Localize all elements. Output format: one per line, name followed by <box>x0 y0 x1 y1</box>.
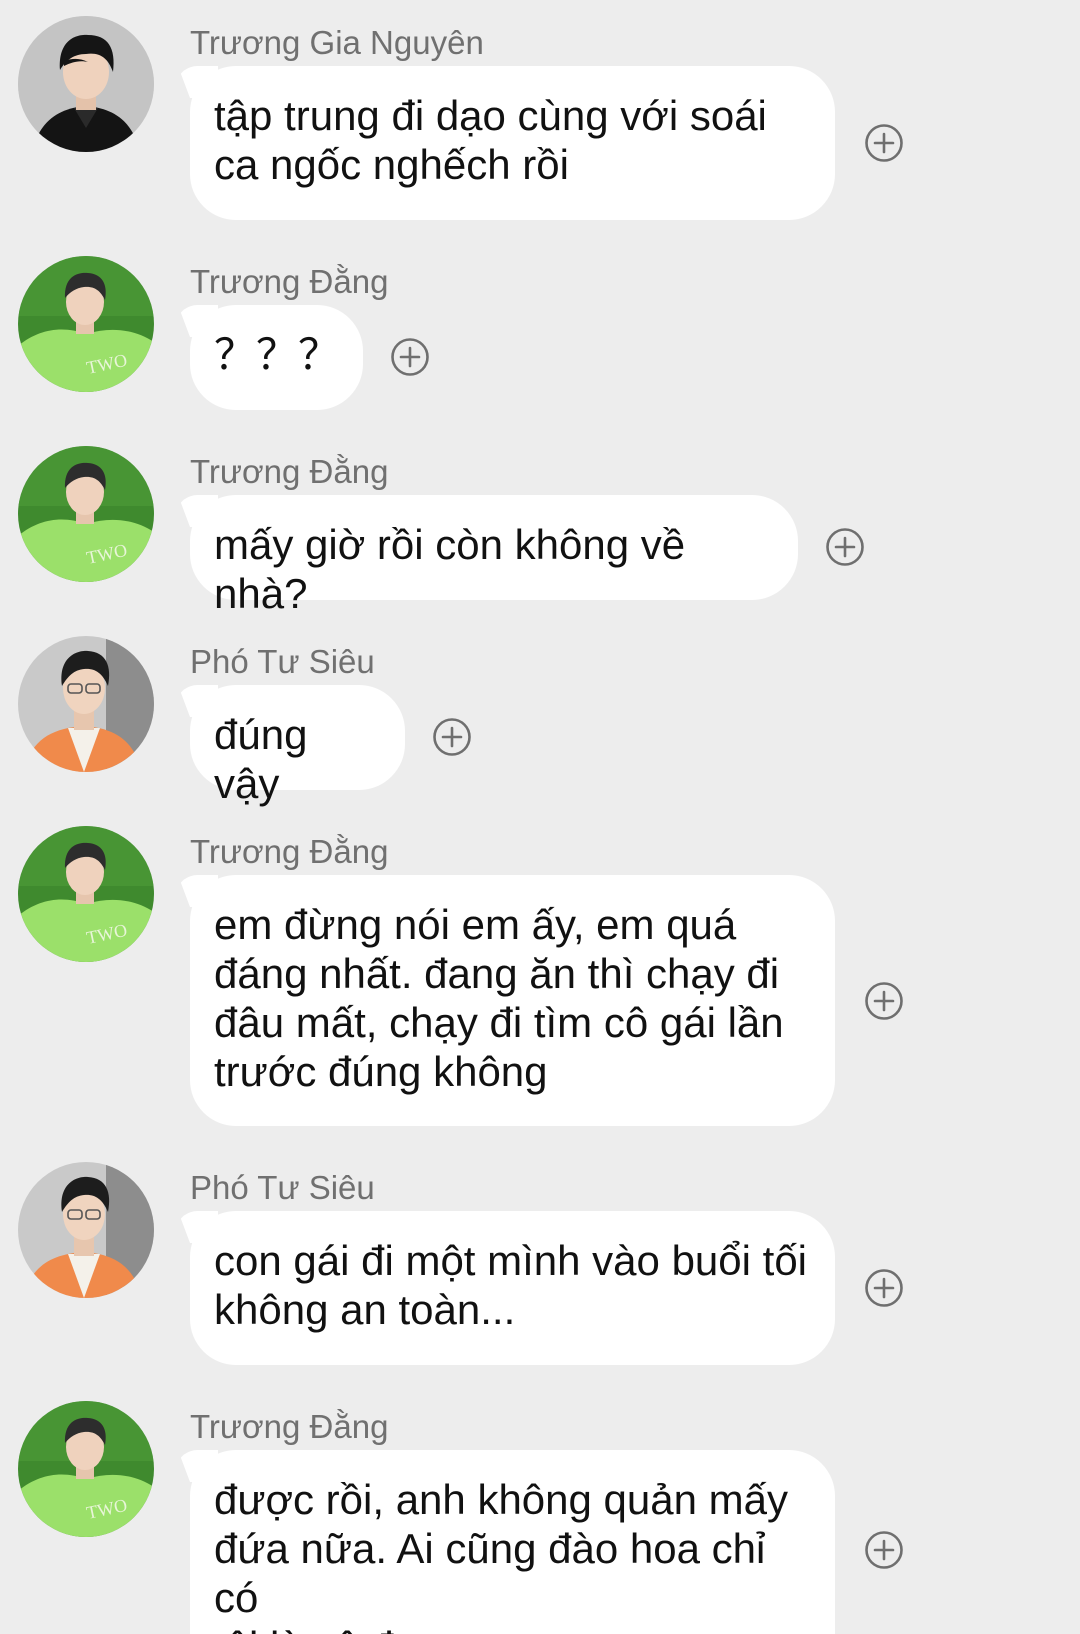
sender-name: Trương Gia Nguyên <box>190 24 484 61</box>
avatar-green-shirt-icon: TWO <box>18 256 154 392</box>
avatar[interactable]: TWO <box>18 1401 154 1537</box>
plus-circle-icon[interactable] <box>390 337 430 377</box>
sender-name: Trương Đằng <box>190 1408 389 1445</box>
message-bubble[interactable]: đúng vậy <box>190 685 405 807</box>
avatar[interactable]: TWO <box>18 446 154 582</box>
avatar-orange-shirt-icon <box>18 636 154 772</box>
avatar-green-shirt-icon: TWO <box>18 826 154 962</box>
sender-name: Phó Tư Siêu <box>190 643 375 680</box>
avatar[interactable] <box>18 16 154 152</box>
message-bubble[interactable]: ？？？ <box>190 305 363 410</box>
sender-name: Phó Tư Siêu <box>190 1169 375 1206</box>
sender-name: Trương Đằng <box>190 453 389 490</box>
chat-thread[interactable]: Trương Gia Nguyên tập trung đi dạo cùng … <box>0 0 1080 1634</box>
avatar-green-shirt-icon: TWO <box>18 446 154 582</box>
avatar[interactable] <box>18 636 154 772</box>
sender-name: Trương Đằng <box>190 833 389 870</box>
plus-circle-icon[interactable] <box>432 717 472 757</box>
plus-circle-icon[interactable] <box>825 527 865 567</box>
message-bubble[interactable]: tập trung đi dạo cùng với soái ca ngốc n… <box>190 66 835 220</box>
plus-circle-icon[interactable] <box>864 123 904 163</box>
avatar[interactable]: TWO <box>18 826 154 962</box>
message-bubble[interactable]: em đừng nói em ấy, em quá đáng nhất. đan… <box>190 875 835 1126</box>
avatar-green-shirt-icon: TWO <box>18 1401 154 1537</box>
avatar-black-shirt-icon <box>18 16 154 152</box>
avatar[interactable] <box>18 1162 154 1298</box>
message-bubble[interactable]: mấy giờ rồi còn không về nhà? <box>190 495 798 617</box>
avatar-orange-shirt-icon <box>18 1162 154 1298</box>
message-bubble[interactable]: con gái đi một mình vào buổi tối không a… <box>190 1211 835 1365</box>
sender-name: Trương Đằng <box>190 263 389 300</box>
plus-circle-icon[interactable] <box>864 981 904 1021</box>
avatar[interactable]: TWO <box>18 256 154 392</box>
plus-circle-icon[interactable] <box>864 1530 904 1570</box>
plus-circle-icon[interactable] <box>864 1268 904 1308</box>
message-bubble[interactable]: được rồi, anh không quản mấy đứa nữa. Ai… <box>190 1450 835 1634</box>
